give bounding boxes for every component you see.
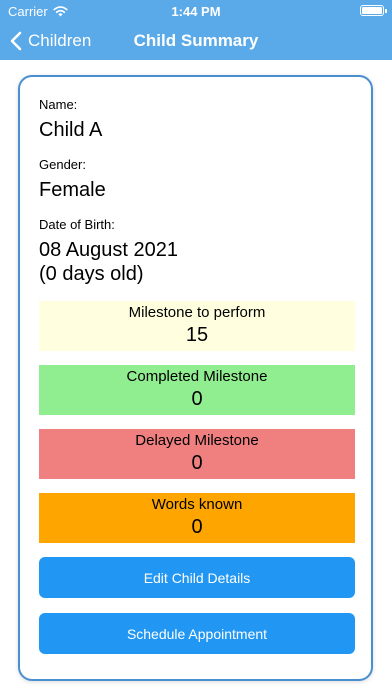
stat-label: Milestone to perform [128, 304, 266, 321]
schedule-appointment-button[interactable]: Schedule Appointment [39, 613, 355, 654]
age-value: (0 days old) [39, 263, 144, 285]
status-time: 1:44 PM [171, 4, 221, 19]
stat-value: 0 [191, 388, 203, 410]
completed-milestones-box: Completed Milestone 0 [39, 365, 355, 415]
status-bar: Carrier 1:44 PM [0, 0, 392, 22]
back-button-label: Children [28, 31, 92, 50]
words-known-box: Words known 0 [39, 493, 355, 543]
stat-value: 0 [191, 452, 203, 474]
milestones-to-perform-box: Milestone to perform 15 [39, 301, 355, 351]
dob-value: 08 August 2021 [39, 239, 179, 261]
stat-label: Words known [151, 496, 243, 513]
stat-value: 0 [191, 516, 203, 538]
content-area: Name: Child A Gender: Female Date of Bir… [0, 60, 392, 696]
dob-label: Date of Birth: [39, 217, 115, 232]
back-button[interactable]: Children [10, 22, 91, 60]
battery-icon [360, 5, 387, 16]
stat-label: Completed Milestone [126, 368, 268, 385]
name-label: Name: [39, 97, 78, 112]
delayed-milestones-box: Delayed Milestone 0 [39, 429, 355, 479]
edit-child-details-button[interactable]: Edit Child Details [39, 557, 355, 598]
gender-label: Gender: [39, 157, 86, 172]
child-summary-card: Name: Child A Gender: Female Date of Bir… [18, 75, 373, 681]
gender-value: Female [39, 179, 106, 201]
name-value: Child A [39, 119, 103, 141]
stat-value: 15 [185, 324, 209, 346]
chevron-left-icon [10, 31, 22, 51]
navigation-bar: Children Child Summary [0, 22, 392, 60]
stat-label: Delayed Milestone [135, 432, 259, 449]
